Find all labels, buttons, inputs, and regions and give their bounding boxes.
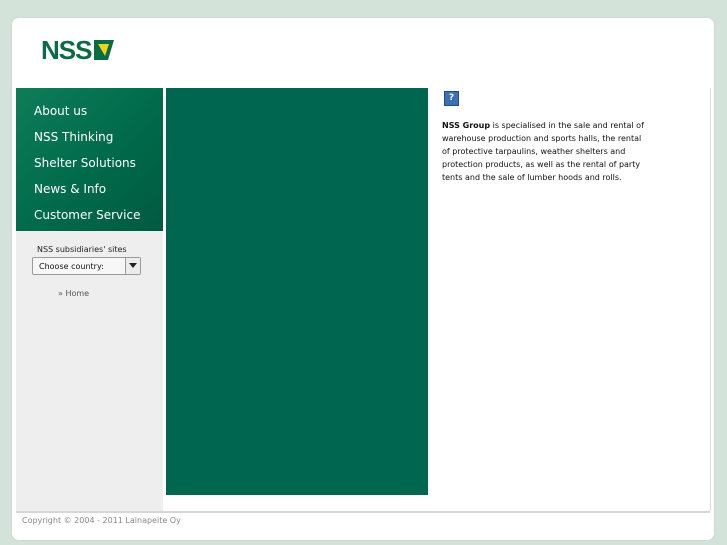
- logo-text: NSS: [41, 35, 92, 65]
- footer-copyright: Copyright © 2004 - 2011 Lainapeite Oy: [22, 516, 181, 525]
- content-right-border: [710, 88, 711, 511]
- dropdown-arrow-icon[interactable]: [125, 258, 140, 274]
- nav-item-nss-thinking[interactable]: NSS Thinking: [16, 124, 163, 150]
- help-icon[interactable]: ?: [444, 91, 459, 106]
- page-container: NSS About us NSS Thinking Shelter Soluti…: [12, 18, 714, 540]
- nss-logo[interactable]: NSS: [41, 35, 118, 65]
- main-layout: About us NSS Thinking Shelter Solutions …: [16, 88, 711, 513]
- country-select[interactable]: Choose country:: [32, 257, 141, 275]
- sidebar: About us NSS Thinking Shelter Solutions …: [16, 88, 163, 511]
- main-nav: About us NSS Thinking Shelter Solutions …: [16, 88, 163, 231]
- nav-item-about-us[interactable]: About us: [16, 98, 163, 124]
- intro-description: is specialised in the sale and rental of…: [442, 121, 644, 182]
- breadcrumb-home-link[interactable]: » Home: [58, 289, 89, 298]
- nav-item-customer-service[interactable]: Customer Service: [16, 202, 163, 228]
- logo-mark-icon: [94, 40, 115, 60]
- subsidiaries-label: NSS subsidiaries' sites: [37, 245, 127, 254]
- intro-company-name: NSS Group: [442, 121, 491, 130]
- country-select-value: Choose country:: [39, 261, 104, 271]
- intro-text: NSS Group is specialised in the sale and…: [442, 119, 647, 184]
- nav-item-news-info[interactable]: News & Info: [16, 176, 163, 202]
- nav-item-shelter-solutions[interactable]: Shelter Solutions: [16, 150, 163, 176]
- green-banner-panel: [166, 88, 428, 495]
